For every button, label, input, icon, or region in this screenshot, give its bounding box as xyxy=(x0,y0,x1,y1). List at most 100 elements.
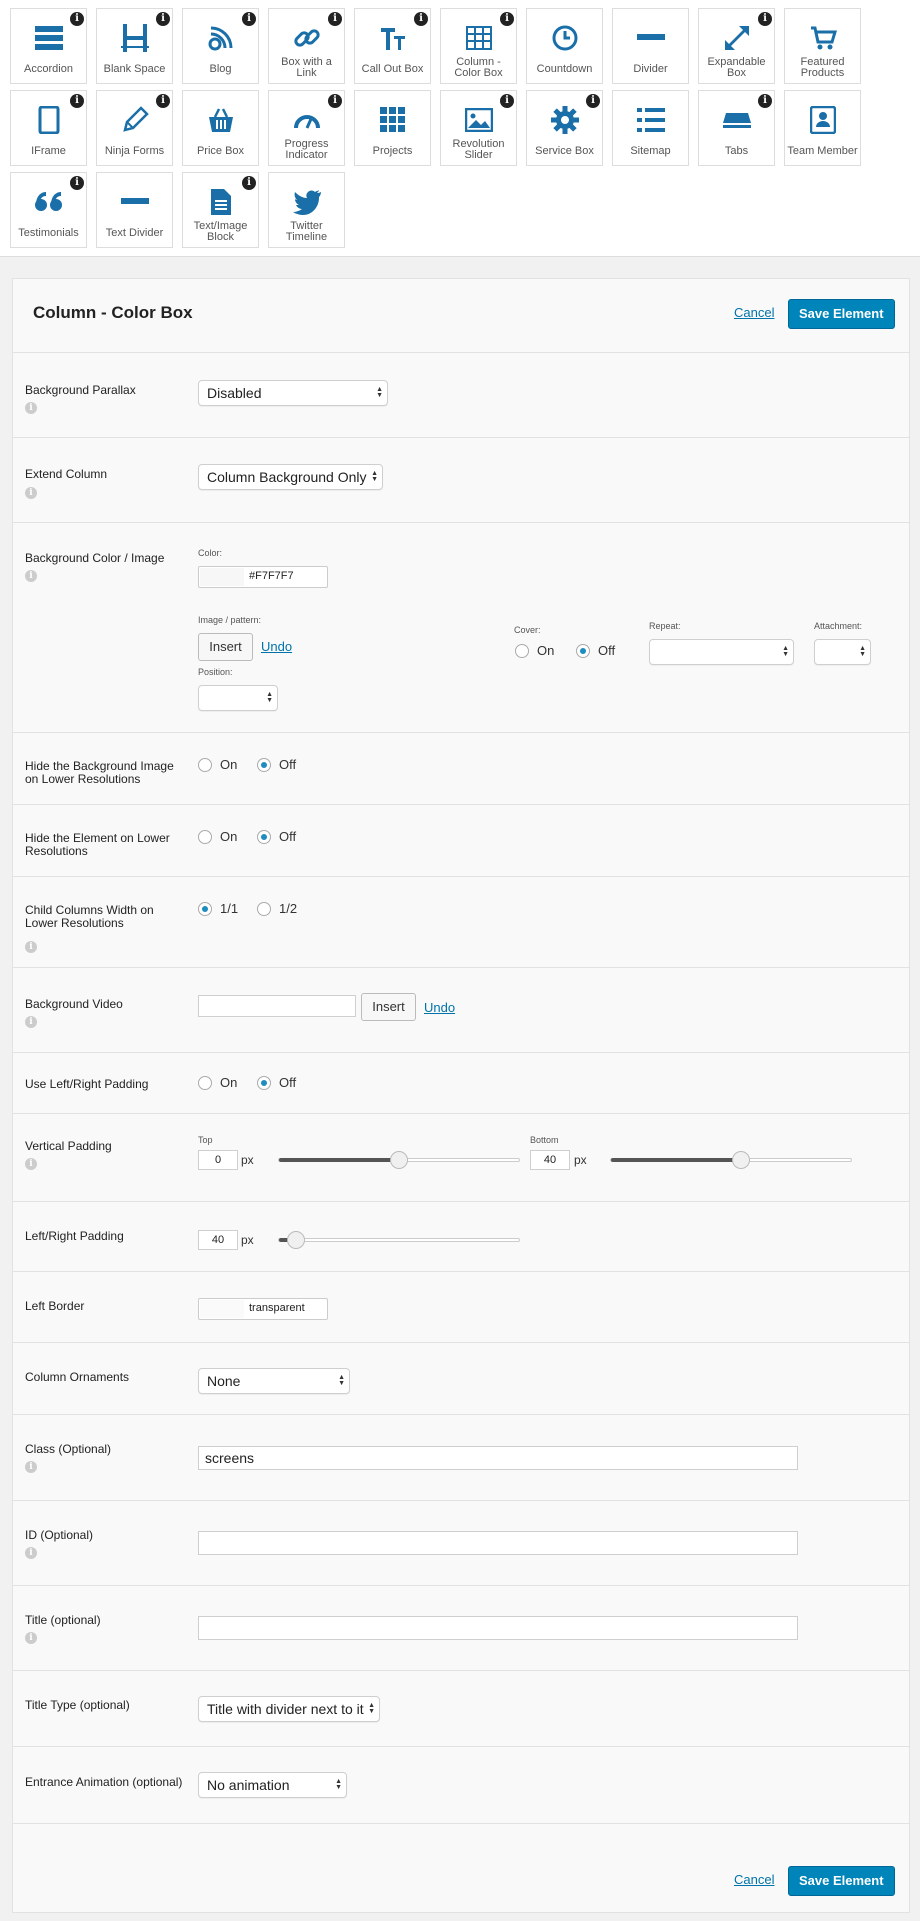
attachment-select[interactable]: ▲ ▼ xyxy=(814,639,871,665)
hide-bg-off-radio[interactable] xyxy=(257,758,271,772)
bottom-padding-input[interactable]: 40 xyxy=(530,1150,570,1170)
row-extend-column: Extend Column i Column Background Only ▲ ▼ xyxy=(13,438,909,523)
info-icon[interactable]: i xyxy=(500,94,514,108)
cancel-link-bottom[interactable]: Cancel xyxy=(734,1872,774,1887)
info-icon[interactable]: i xyxy=(586,94,600,108)
top-padding-input[interactable]: 0 xyxy=(198,1150,238,1170)
color-label: Color: xyxy=(198,548,223,558)
element-tile-call-out-box[interactable]: Call Out Box i xyxy=(354,8,431,84)
element-tile-twitter-timeline[interactable]: Twitter Timeline xyxy=(268,172,345,248)
element-tile-label: Blank Space xyxy=(103,63,166,75)
element-tile-accordion[interactable]: Accordion i xyxy=(10,8,87,84)
element-tile-revolution-slider[interactable]: Revolution Slider i xyxy=(440,90,517,166)
clock-icon xyxy=(527,23,602,53)
title-input[interactable] xyxy=(198,1616,798,1640)
element-tile-label: Accordion xyxy=(24,63,73,75)
undo-image-link[interactable]: Undo xyxy=(261,639,292,654)
info-icon[interactable]: i xyxy=(242,176,256,190)
info-icon[interactable]: i xyxy=(25,1016,37,1028)
element-tile-blank-space[interactable]: Blank Space i xyxy=(96,8,173,84)
info-icon[interactable]: i xyxy=(70,176,84,190)
element-tile-testimonials[interactable]: Testimonials i xyxy=(10,172,87,248)
element-tile-tabs[interactable]: Tabs i xyxy=(698,90,775,166)
lr-padding-off-radio[interactable] xyxy=(257,1076,271,1090)
info-icon[interactable]: i xyxy=(25,1158,37,1170)
element-tile-price-box[interactable]: Price Box xyxy=(182,90,259,166)
element-tile-countdown[interactable]: Countdown xyxy=(526,8,603,84)
hide-element-on-radio[interactable] xyxy=(198,830,212,844)
save-element-button-bottom[interactable]: Save Element xyxy=(788,1866,895,1896)
cancel-link-top[interactable]: Cancel xyxy=(734,305,774,320)
insert-image-button[interactable]: Insert xyxy=(198,633,253,661)
id-input[interactable] xyxy=(198,1531,798,1555)
child-width-1-2-radio[interactable] xyxy=(257,902,271,916)
info-icon[interactable]: i xyxy=(25,1632,37,1644)
extend-column-select[interactable]: Column Background Only ▲ ▼ xyxy=(198,464,383,490)
info-icon[interactable]: i xyxy=(25,570,37,582)
lr-padding-slider[interactable] xyxy=(278,1231,520,1249)
element-tile-ninja-forms[interactable]: Ninja Forms i xyxy=(96,90,173,166)
entrance-animation-select[interactable]: No animation ▲ ▼ xyxy=(198,1772,347,1798)
lr-padding-on-radio[interactable] xyxy=(198,1076,212,1090)
bottom-padding-label: Bottom xyxy=(530,1135,559,1145)
info-icon[interactable]: i xyxy=(25,1461,37,1473)
background-video-input[interactable] xyxy=(198,995,356,1017)
info-icon[interactable]: i xyxy=(25,941,37,953)
text-divider-icon xyxy=(97,187,172,217)
child-width-1-1-label: 1/1 xyxy=(220,901,239,916)
left-border-color-picker[interactable]: transparent xyxy=(198,1298,328,1320)
element-tile-expandable-box[interactable]: Expandable Box i xyxy=(698,8,775,84)
repeat-select[interactable]: ▲ ▼ xyxy=(649,639,794,665)
element-tile-text-image-block[interactable]: Text/Image Block i xyxy=(182,172,259,248)
info-icon[interactable]: i xyxy=(414,12,428,26)
lr-padding-input[interactable]: 40 xyxy=(198,1230,238,1250)
element-tile-iframe[interactable]: IFrame i xyxy=(10,90,87,166)
column-ornaments-select[interactable]: None ▲ ▼ xyxy=(198,1368,350,1394)
child-width-1-1-radio[interactable] xyxy=(198,902,212,916)
element-tile-divider[interactable]: Divider xyxy=(612,8,689,84)
info-icon[interactable]: i xyxy=(328,12,342,26)
slider-handle[interactable] xyxy=(732,1151,750,1169)
info-icon[interactable]: i xyxy=(758,12,772,26)
info-icon[interactable]: i xyxy=(25,487,37,499)
element-tile-blog[interactable]: Blog i xyxy=(182,8,259,84)
element-tile-sitemap[interactable]: Sitemap xyxy=(612,90,689,166)
class-input[interactable]: screens xyxy=(198,1446,798,1470)
element-tile-featured-products[interactable]: Featured Products xyxy=(784,8,861,84)
top-padding-slider[interactable] xyxy=(278,1151,520,1169)
info-icon[interactable]: i xyxy=(156,12,170,26)
element-tile-label: Featured Products xyxy=(800,56,845,79)
element-tile-progress-indicator[interactable]: Progress Indicator i xyxy=(268,90,345,166)
cover-off-radio[interactable] xyxy=(576,644,590,658)
element-tile-text-divider[interactable]: Text Divider xyxy=(96,172,173,248)
title-type-select[interactable]: Title with divider next to it ▲ ▼ xyxy=(198,1696,380,1722)
element-tile-box-with-a-link[interactable]: Box with a Link i xyxy=(268,8,345,84)
save-element-button-top[interactable]: Save Element xyxy=(788,299,895,329)
hide-element-off-radio[interactable] xyxy=(257,830,271,844)
undo-video-link[interactable]: Undo xyxy=(424,1000,455,1015)
background-parallax-select[interactable]: Disabled ▲ ▼ xyxy=(198,380,388,406)
info-icon[interactable]: i xyxy=(70,12,84,26)
bottom-padding-slider[interactable] xyxy=(610,1151,852,1169)
position-select[interactable]: ▲ ▼ xyxy=(198,685,278,711)
element-tile-column-color-box[interactable]: Column - Color Box i xyxy=(440,8,517,84)
insert-video-button[interactable]: Insert xyxy=(361,993,416,1021)
element-tile-service-box[interactable]: Service Box i xyxy=(526,90,603,166)
info-icon[interactable]: i xyxy=(242,12,256,26)
cover-on-radio[interactable] xyxy=(515,644,529,658)
slider-handle[interactable] xyxy=(287,1231,305,1249)
slider-handle[interactable] xyxy=(390,1151,408,1169)
background-color-picker[interactable]: #F7F7F7 xyxy=(198,566,328,588)
info-icon[interactable]: i xyxy=(500,12,514,26)
info-icon[interactable]: i xyxy=(328,94,342,108)
element-tile-projects[interactable]: Projects xyxy=(354,90,431,166)
info-icon[interactable]: i xyxy=(70,94,84,108)
info-icon[interactable]: i xyxy=(758,94,772,108)
field-label: Hide the Element on Lower Resolutions xyxy=(25,831,170,858)
info-icon[interactable]: i xyxy=(25,402,37,414)
element-tile-team-member[interactable]: Team Member xyxy=(784,90,861,166)
info-icon[interactable]: i xyxy=(156,94,170,108)
hide-bg-off-label: Off xyxy=(279,757,297,772)
hide-bg-on-radio[interactable] xyxy=(198,758,212,772)
info-icon[interactable]: i xyxy=(25,1547,37,1559)
